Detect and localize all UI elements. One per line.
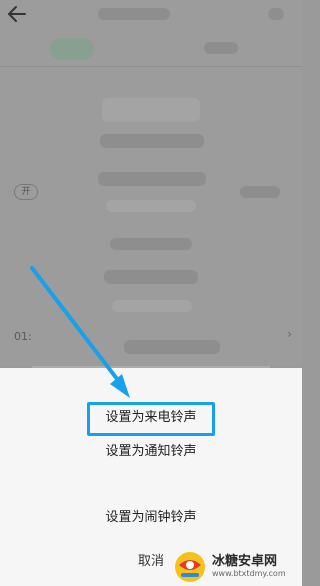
blurred-line <box>112 300 192 312</box>
blurred-line <box>100 134 204 148</box>
toggle-label: 开 <box>14 184 38 200</box>
chevron-right-icon: › <box>287 327 292 341</box>
blurred-action <box>268 8 284 20</box>
watermark-title: 冰糖安卓网 <box>212 554 278 569</box>
time-label: 01: <box>14 330 32 343</box>
set-as-alarm-option[interactable]: 设置为闹钟铃声 <box>0 506 302 525</box>
dimmed-background: 开 01: › <box>0 0 302 366</box>
watermark: 冰糖安卓网 www.btxtdmy.com <box>170 550 298 584</box>
blurred-title <box>98 8 170 20</box>
set-as-notification-option[interactable]: 设置为通知铃声 <box>0 440 302 459</box>
divider <box>0 66 302 67</box>
blurred-line <box>110 238 192 250</box>
blurred-tab-active <box>50 38 94 60</box>
top-bar <box>0 0 302 30</box>
blurred-line <box>98 172 206 186</box>
blurred-line <box>106 200 196 212</box>
blurred-heading <box>102 98 200 122</box>
blurred-value <box>240 186 280 198</box>
blurred-line <box>104 270 198 284</box>
highlight-box <box>87 402 215 436</box>
watermark-url: www.btxtdmy.com <box>212 569 286 578</box>
blurred-tab <box>204 42 238 54</box>
btxt-logo-icon <box>175 552 205 582</box>
back-arrow-icon[interactable] <box>6 3 28 25</box>
blurred-line <box>124 340 220 354</box>
